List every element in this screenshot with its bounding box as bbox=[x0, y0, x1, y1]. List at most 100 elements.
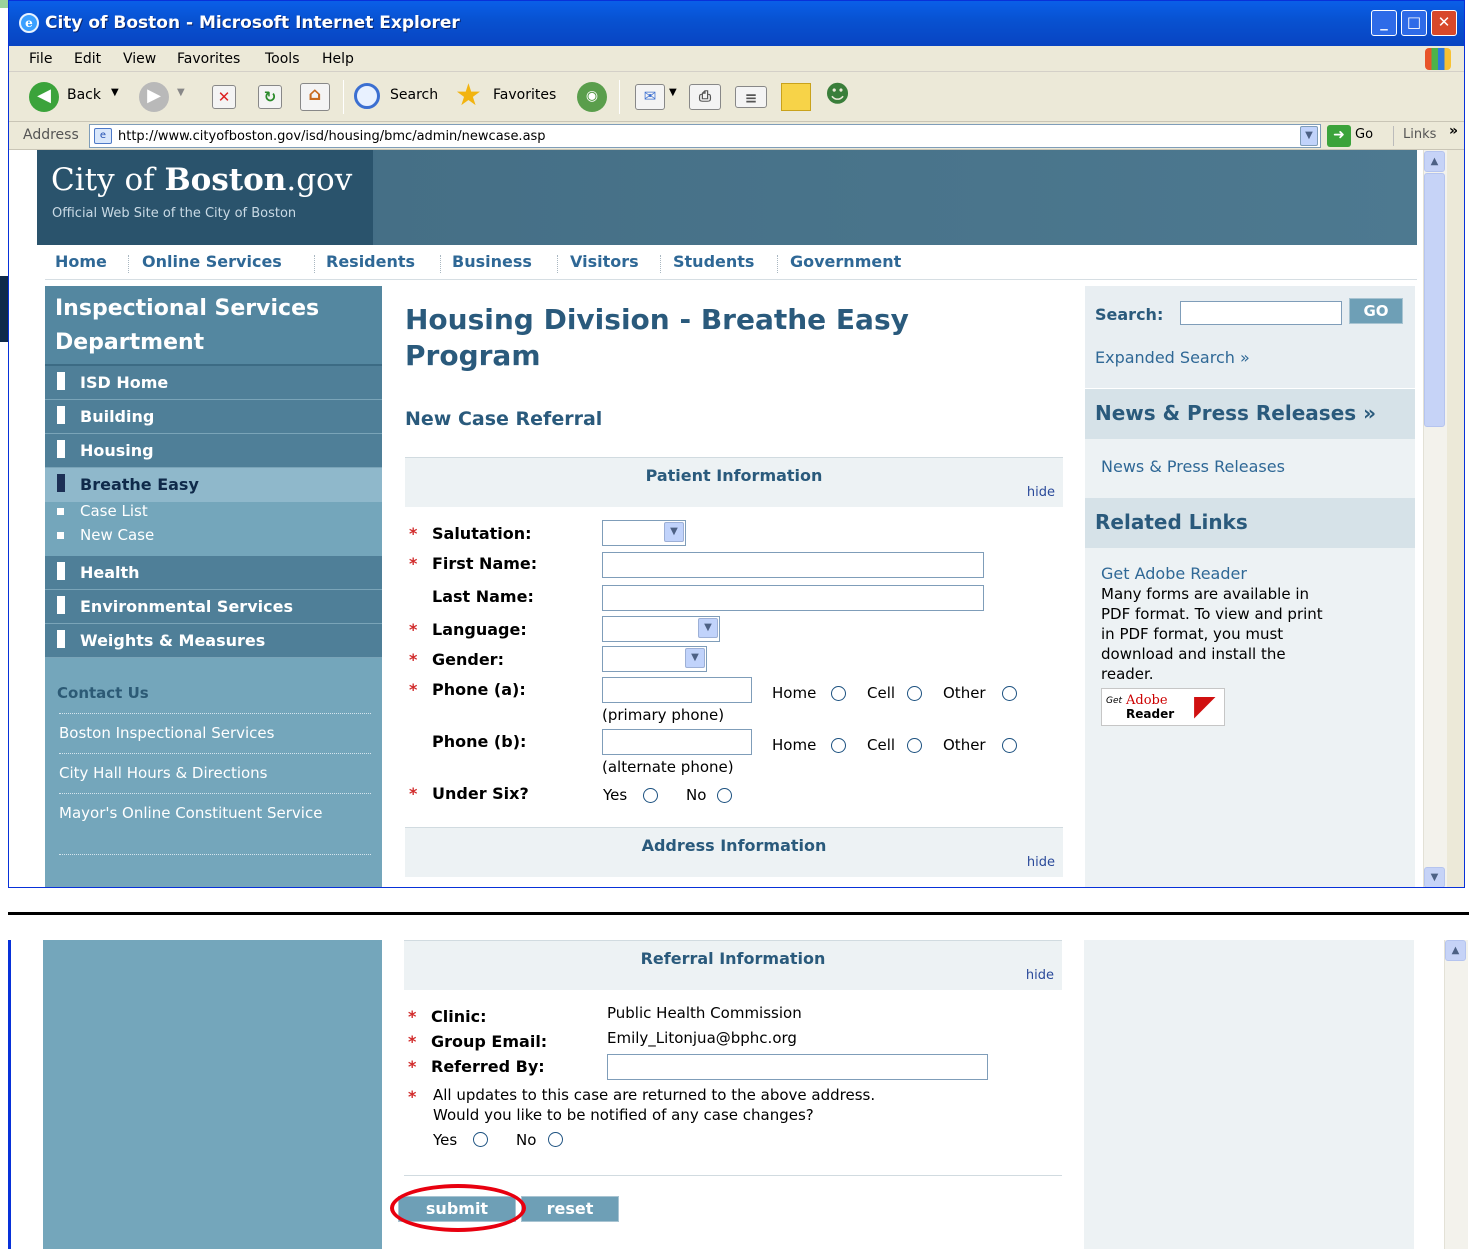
decoration-bar bbox=[0, 276, 8, 342]
right-column-continued bbox=[1084, 940, 1414, 1249]
under-six-no-radio[interactable] bbox=[717, 788, 732, 803]
back-button-label[interactable]: Back bbox=[67, 87, 101, 103]
adobe-reader-badge[interactable]: Get Adobe Reader ◤ bbox=[1101, 688, 1225, 726]
go-arrow-icon[interactable]: ➜ bbox=[1327, 125, 1351, 147]
menu-favorites[interactable]: Favorites bbox=[177, 51, 240, 67]
phone-a-input[interactable] bbox=[602, 677, 752, 703]
nav-visitors[interactable]: Visitors bbox=[570, 252, 639, 271]
chevron-down-icon: ▼ bbox=[685, 648, 705, 668]
nav-online-services[interactable]: Online Services bbox=[142, 252, 282, 271]
sidebar-item-environmental-services[interactable]: Environmental Services bbox=[45, 590, 382, 624]
nav-business[interactable]: Business bbox=[452, 252, 532, 271]
forward-arrow-icon[interactable]: ▶ bbox=[139, 82, 169, 112]
messenger-icon[interactable]: ☻ bbox=[825, 80, 850, 108]
menu-tools[interactable]: Tools bbox=[265, 51, 300, 67]
site-logo[interactable]: City of Boston.gov Official Web Site of … bbox=[37, 150, 373, 245]
search-go-button[interactable]: GO bbox=[1349, 298, 1403, 324]
news-link[interactable]: News & Press Releases bbox=[1101, 457, 1285, 476]
nav-home[interactable]: Home bbox=[55, 252, 107, 271]
favorites-button-label[interactable]: Favorites bbox=[493, 87, 556, 103]
group-email-label: Group Email: bbox=[431, 1032, 548, 1051]
address-separator bbox=[1393, 126, 1394, 146]
go-button[interactable]: Go bbox=[1355, 127, 1373, 142]
vertical-scrollbar[interactable] bbox=[1444, 940, 1468, 1249]
forward-dropdown-icon[interactable]: ▼ bbox=[177, 87, 185, 98]
news-heading[interactable]: News & Press Releases » bbox=[1085, 389, 1415, 439]
gender-select[interactable]: ▼ bbox=[602, 646, 707, 672]
notes-icon[interactable] bbox=[781, 83, 811, 111]
menu-file[interactable]: File bbox=[29, 51, 52, 67]
sidebar-item-housing[interactable]: Housing bbox=[45, 434, 382, 468]
hide-referral-link[interactable]: hide bbox=[1026, 968, 1054, 983]
contact-link-city-hall[interactable]: City Hall Hours & Directions bbox=[59, 763, 371, 783]
phone-b-other-radio[interactable] bbox=[1002, 738, 1017, 753]
language-select[interactable]: ▼ bbox=[602, 616, 720, 642]
menu-view[interactable]: View bbox=[123, 51, 156, 67]
menu-edit[interactable]: Edit bbox=[74, 51, 101, 67]
mail-icon[interactable]: ✉ bbox=[635, 84, 665, 110]
under-six-yes-radio[interactable] bbox=[643, 788, 658, 803]
first-name-input[interactable] bbox=[602, 552, 984, 578]
home-icon[interactable]: ⌂ bbox=[300, 83, 330, 111]
sidebar-subitem-case-list[interactable]: Case List bbox=[57, 502, 148, 520]
right-column: Search: GO Expanded Search » News & Pres… bbox=[1085, 286, 1415, 887]
notify-no-radio[interactable] bbox=[548, 1132, 563, 1147]
back-arrow-icon[interactable]: ◀ bbox=[29, 82, 59, 112]
chevron-down-icon: ▼ bbox=[698, 618, 718, 638]
nav-students[interactable]: Students bbox=[673, 252, 754, 271]
back-dropdown-icon[interactable]: ▼ bbox=[111, 87, 119, 98]
close-button[interactable]: ✕ bbox=[1431, 10, 1457, 36]
scroll-down-icon[interactable]: ▼ bbox=[1424, 867, 1445, 887]
links-label[interactable]: Links bbox=[1403, 127, 1436, 142]
hide-patient-link[interactable]: hide bbox=[1027, 485, 1055, 500]
scroll-thumb[interactable] bbox=[1424, 173, 1445, 427]
address-url[interactable]: http://www.cityofboston.gov/isd/housing/… bbox=[118, 129, 546, 144]
sidebar-item-breathe-easy[interactable]: Breathe Easy bbox=[45, 468, 382, 502]
referred-by-input[interactable] bbox=[607, 1054, 988, 1080]
nav-government[interactable]: Government bbox=[790, 252, 901, 271]
address-input[interactable]: e http://www.cityofboston.gov/isd/housin… bbox=[89, 124, 1321, 148]
maximize-button[interactable]: □ bbox=[1401, 10, 1427, 36]
scroll-up-icon[interactable]: ▲ bbox=[1445, 940, 1466, 961]
contact-link-inspectional[interactable]: Boston Inspectional Services bbox=[59, 723, 371, 743]
menu-help[interactable]: Help bbox=[322, 51, 354, 67]
favorites-star-icon[interactable]: ★ bbox=[455, 78, 482, 113]
reset-button[interactable]: reset bbox=[521, 1196, 619, 1222]
sidebar-item-isd-home[interactable]: ISD Home bbox=[45, 366, 382, 400]
search-panel: Search: GO Expanded Search » bbox=[1085, 286, 1415, 389]
phone-b-cell-radio[interactable] bbox=[907, 738, 922, 753]
divider bbox=[59, 854, 371, 855]
sidebar-item-building[interactable]: Building bbox=[45, 400, 382, 434]
notify-yes-radio[interactable] bbox=[473, 1132, 488, 1147]
sidebar-item-weights-measures[interactable]: Weights & Measures bbox=[45, 624, 382, 658]
salutation-select[interactable]: ▼ bbox=[602, 520, 686, 546]
expanded-search-link[interactable]: Expanded Search » bbox=[1095, 348, 1250, 367]
phone-b-home-radio[interactable] bbox=[831, 738, 846, 753]
page-icon: e bbox=[94, 128, 112, 144]
edit-icon[interactable]: ≡ bbox=[735, 86, 767, 108]
last-name-input[interactable] bbox=[602, 585, 984, 611]
search-icon[interactable] bbox=[354, 83, 380, 109]
links-chevron-icon[interactable]: » bbox=[1449, 123, 1458, 139]
contact-link-mayor[interactable]: Mayor's Online Constituent Service bbox=[59, 803, 371, 823]
phone-a-home-radio[interactable] bbox=[831, 686, 846, 701]
nav-residents[interactable]: Residents bbox=[326, 252, 415, 271]
mail-dropdown-icon[interactable]: ▼ bbox=[669, 87, 677, 98]
sidebar-item-health[interactable]: Health bbox=[45, 556, 382, 590]
refresh-icon[interactable]: ↻ bbox=[258, 85, 282, 109]
address-dropdown-icon[interactable]: ▼ bbox=[1300, 126, 1318, 146]
minimize-button[interactable]: _ bbox=[1371, 10, 1397, 36]
print-icon[interactable]: ⎙ bbox=[689, 84, 721, 110]
scroll-up-icon[interactable]: ▲ bbox=[1424, 151, 1445, 172]
adobe-reader-link[interactable]: Get Adobe Reader bbox=[1101, 564, 1247, 583]
phone-b-other-label: Other bbox=[943, 736, 986, 754]
media-icon[interactable]: ◉ bbox=[577, 82, 607, 112]
sidebar-subitem-new-case[interactable]: New Case bbox=[57, 526, 154, 544]
search-button-label[interactable]: Search bbox=[390, 87, 438, 103]
stop-icon[interactable]: ✕ bbox=[212, 85, 236, 109]
phone-b-input[interactable] bbox=[602, 729, 752, 755]
phone-a-cell-radio[interactable] bbox=[907, 686, 922, 701]
site-search-input[interactable] bbox=[1180, 301, 1342, 325]
phone-a-other-radio[interactable] bbox=[1002, 686, 1017, 701]
hide-address-link[interactable]: hide bbox=[1027, 855, 1055, 870]
